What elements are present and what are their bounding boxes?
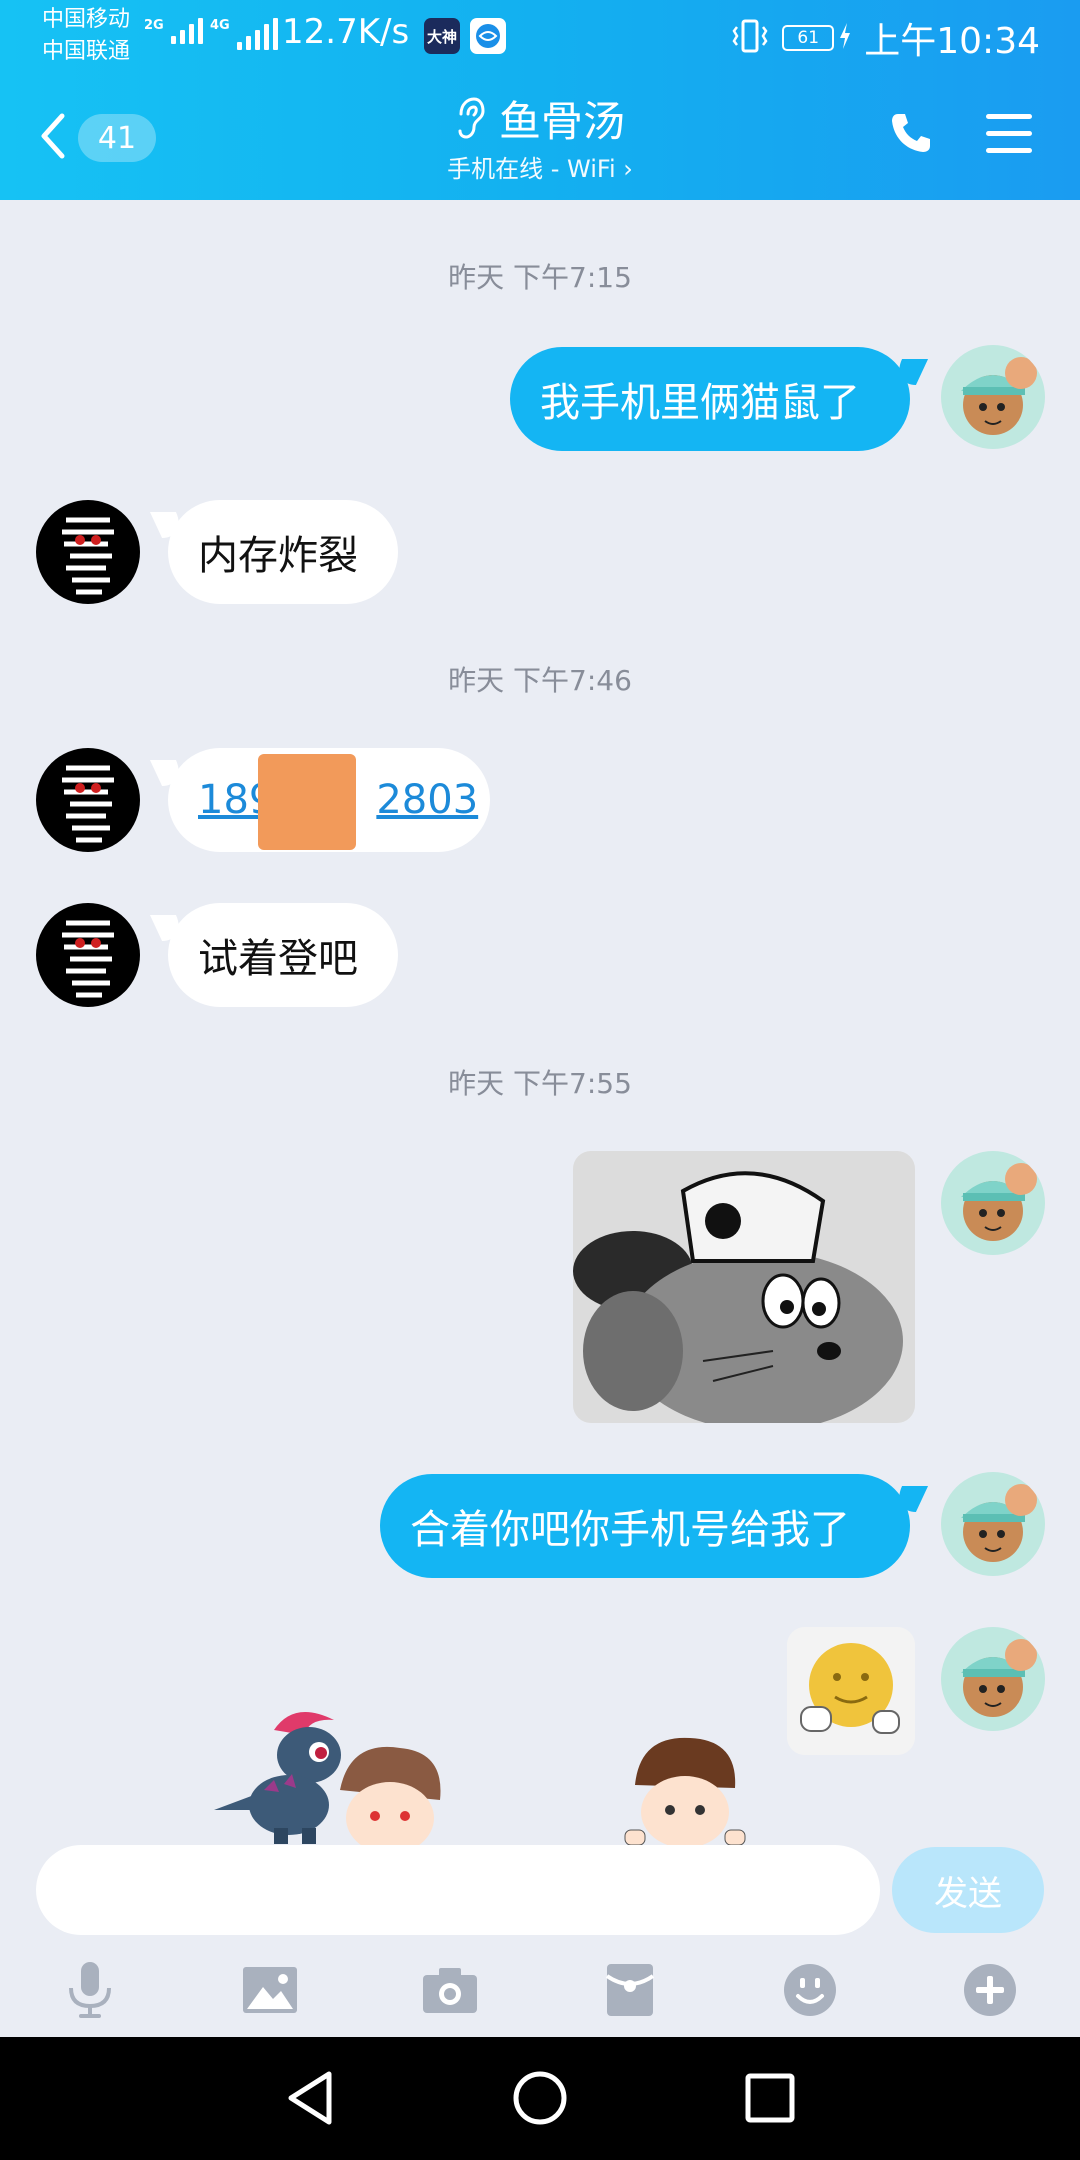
- my-avatar[interactable]: [941, 345, 1045, 449]
- message-list[interactable]: 昨天 下午7:15 我手机里俩猫鼠了 内存炸裂 昨天 下午7:46 189 280…: [0, 200, 1080, 1845]
- outgoing-message[interactable]: 我手机里俩猫鼠了: [510, 347, 910, 451]
- my-avatar[interactable]: [941, 1627, 1045, 1731]
- message-input[interactable]: [36, 1845, 880, 1935]
- image-message[interactable]: [573, 1151, 915, 1423]
- voice-button[interactable]: [55, 1957, 125, 2027]
- timestamp: 昨天 下午7:15: [448, 261, 632, 294]
- system-navigation-bar: [0, 2037, 1080, 2160]
- sticker-message[interactable]: [787, 1627, 915, 1755]
- timestamp: 昨天 下午7:46: [448, 664, 632, 697]
- circle-home-icon: [512, 2070, 568, 2130]
- boy-sticker-decoration: [330, 1740, 450, 1845]
- call-button[interactable]: [888, 110, 934, 160]
- red-packet-icon: [605, 1962, 655, 2022]
- incoming-message[interactable]: 内存炸裂: [168, 500, 398, 604]
- vibrate-icon: [730, 18, 770, 58]
- contact-avatar[interactable]: [36, 748, 140, 852]
- red-packet-button[interactable]: [595, 1957, 665, 2027]
- nav-home-button[interactable]: [505, 2065, 575, 2135]
- nav-back-button[interactable]: [275, 2065, 345, 2135]
- phone-number-suffix: 2803: [376, 777, 479, 823]
- plus-icon: [962, 1962, 1018, 2022]
- photo-button[interactable]: [235, 1957, 305, 2027]
- status-time: 上午10:34: [864, 21, 1040, 62]
- menu-icon-bar: [986, 148, 1032, 153]
- menu-icon-bar: [986, 131, 1032, 136]
- phone-icon: [888, 114, 934, 160]
- send-button[interactable]: 发送: [892, 1847, 1044, 1933]
- signal-1-icon: 2G: [144, 18, 203, 44]
- outgoing-message[interactable]: 合着你吧你手机号给我了: [380, 1474, 910, 1578]
- square-recents-icon: [744, 2072, 796, 2128]
- camera-icon: [421, 1965, 479, 2019]
- contact-avatar[interactable]: [36, 500, 140, 604]
- more-button[interactable]: [955, 1957, 1025, 2027]
- app-notification-badge: 大神: [424, 18, 460, 54]
- network-type-2: 4G: [210, 18, 230, 33]
- incoming-message-phone[interactable]: 189 2803: [168, 748, 490, 852]
- battery-level: 61: [782, 25, 835, 51]
- boy-sticker-decoration: [620, 1730, 750, 1845]
- signal-2-icon: 4G: [210, 18, 278, 50]
- image-icon: [241, 1965, 299, 2019]
- network-type-1: 2G: [144, 18, 164, 33]
- redaction-blur: [258, 754, 356, 850]
- status-right: 61 上午10:34: [730, 12, 1040, 64]
- input-bar: 发送: [0, 1845, 1080, 2037]
- timestamp: 昨天 下午7:55: [448, 1067, 632, 1100]
- menu-button[interactable]: [986, 114, 1032, 165]
- carrier-2: 中国联通: [42, 39, 131, 64]
- contact-name: 鱼骨汤: [498, 97, 625, 146]
- emoji-icon: [782, 1962, 838, 2022]
- emoji-button[interactable]: [775, 1957, 845, 2027]
- menu-icon-bar: [986, 114, 1032, 119]
- my-avatar[interactable]: [941, 1151, 1045, 1255]
- incoming-message[interactable]: 试着登吧: [168, 903, 398, 1007]
- triangle-back-icon: [285, 2070, 335, 2130]
- nav-recents-button[interactable]: [735, 2065, 805, 2135]
- chat-header: 中国移动 中国联通 2G 4G 12.7K/s 大神 61 上午10:34 41: [0, 0, 1080, 200]
- browser-notification-icon: [470, 18, 506, 54]
- contact-avatar[interactable]: [36, 903, 140, 1007]
- ear-icon: [455, 96, 485, 154]
- network-speed: 12.7K/s: [282, 12, 410, 52]
- microphone-icon: [65, 1960, 115, 2024]
- camera-button[interactable]: [415, 1957, 485, 2027]
- my-avatar[interactable]: [941, 1472, 1045, 1576]
- charging-icon: [838, 22, 852, 54]
- status-carriers: 中国移动 中国联通: [42, 4, 130, 68]
- carrier-1: 中国移动: [42, 7, 131, 32]
